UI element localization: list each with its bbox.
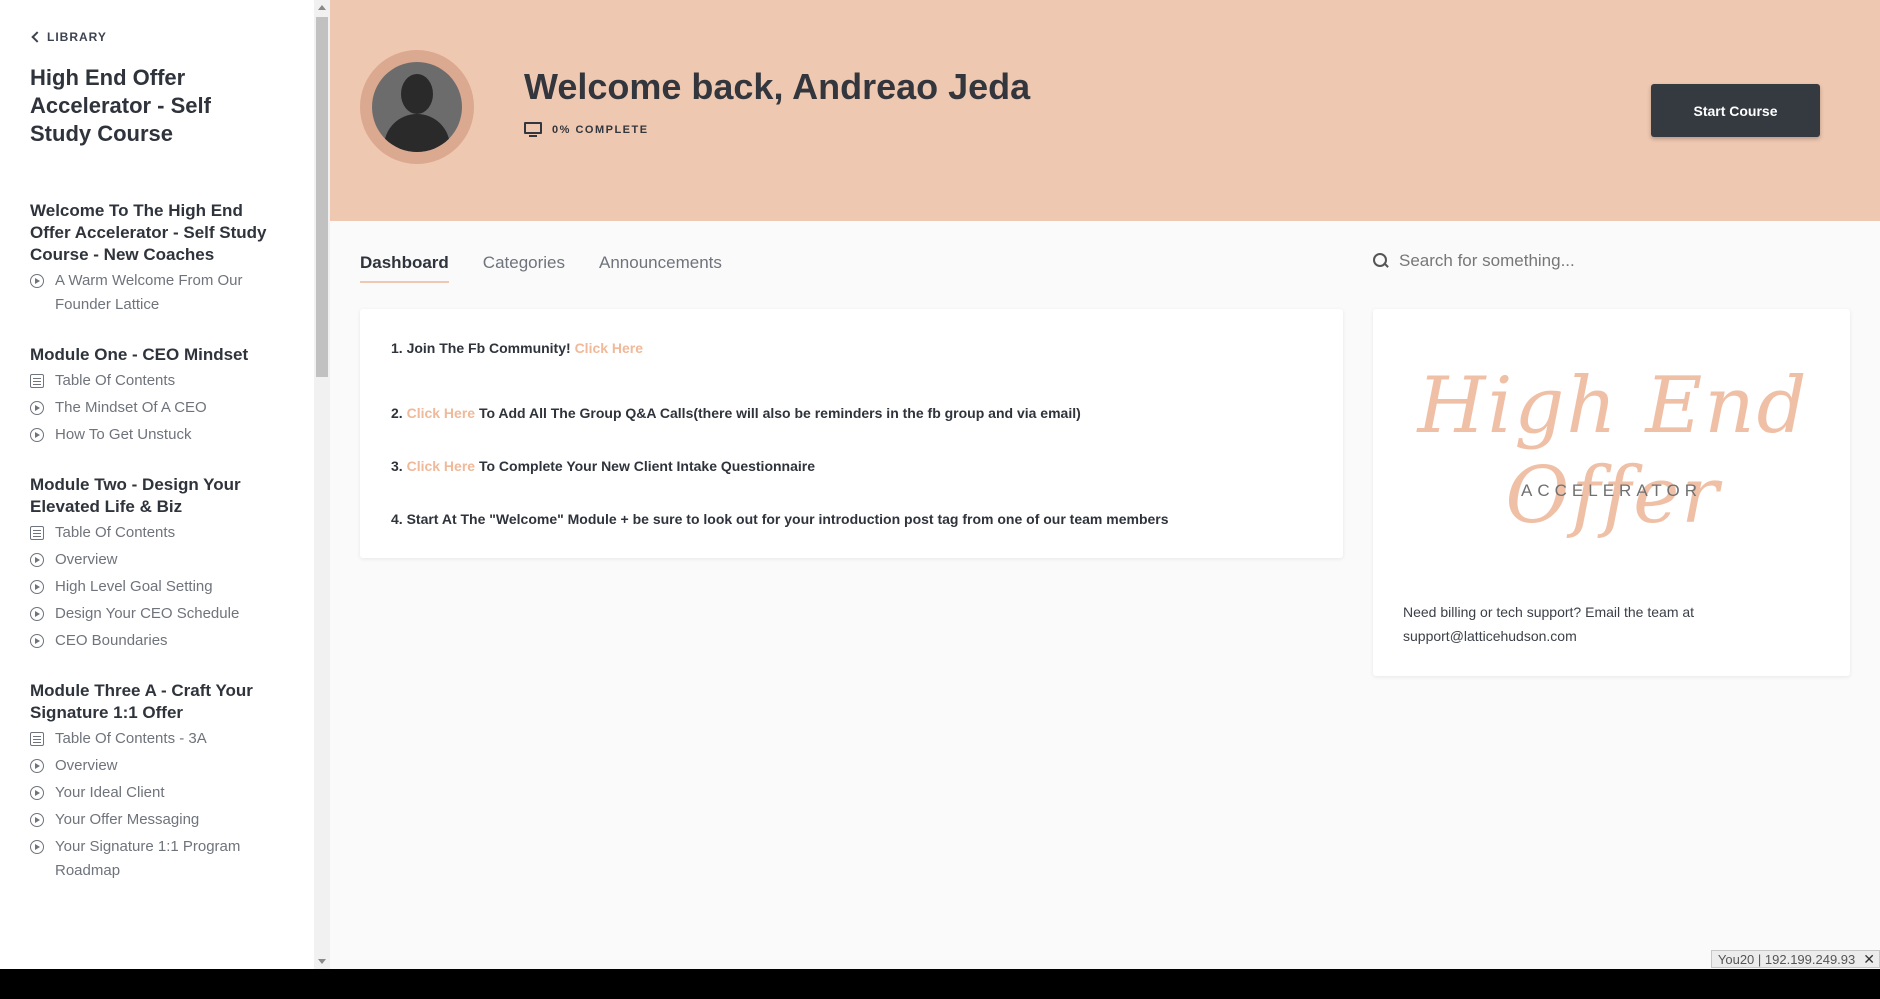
main-content: Welcome back, Andreao Jeda 0% COMPLETE S… <box>330 0 1880 969</box>
lesson-label: The Mindset Of A CEO <box>55 399 207 416</box>
sidebar-module: Welcome To The High End Offer Accelerato… <box>30 200 286 317</box>
scroll-up-arrow-icon[interactable] <box>318 5 326 10</box>
search-icon <box>1373 253 1389 269</box>
module-title[interactable]: Welcome To The High End Offer Accelerato… <box>30 200 286 266</box>
announcement-text: To Complete Your New Client Intake Quest… <box>475 458 816 474</box>
library-back-link[interactable]: LIBRARY <box>30 30 286 44</box>
user-silhouette-icon <box>372 62 462 152</box>
announcement-line-4: 4. Start At The "Welcome" Module + be su… <box>391 511 1169 527</box>
document-icon <box>30 526 44 540</box>
play-circle-icon <box>30 786 44 800</box>
play-circle-icon <box>30 840 44 854</box>
lesson-item[interactable]: Overview <box>30 754 286 778</box>
lesson-item[interactable]: Table Of Contents - 3A <box>30 727 286 751</box>
module-title[interactable]: Module Three A - Craft Your Signature 1:… <box>30 680 286 724</box>
support-info: Need billing or tech support? Email the … <box>1403 604 1695 644</box>
qa-calls-link[interactable]: Click Here <box>407 405 475 421</box>
sidebar-module: Module Three A - Craft Your Signature 1:… <box>30 680 286 883</box>
brand-logo-script: High End Offer <box>1417 361 1809 541</box>
chevron-left-icon <box>31 31 43 43</box>
sidebar-module: Module Two - Design Your Elevated Life &… <box>30 474 286 653</box>
announcement-text: 2. <box>391 405 407 421</box>
avatar <box>360 50 474 164</box>
lesson-label: Table Of Contents <box>55 524 176 541</box>
lesson-label: Table Of Contents - 3A <box>55 730 207 747</box>
lesson-label: Your Offer Messaging <box>55 811 200 828</box>
play-circle-icon <box>30 634 44 648</box>
scroll-down-arrow-icon[interactable] <box>318 959 326 964</box>
lesson-item[interactable]: Table Of Contents <box>30 369 286 393</box>
play-circle-icon <box>30 401 44 415</box>
tab-categories[interactable]: Categories <box>483 253 565 283</box>
welcome-heading: Welcome back, Andreao Jeda <box>524 66 1031 107</box>
intake-questionnaire-link[interactable]: Click Here <box>407 458 475 474</box>
document-icon <box>30 732 44 746</box>
play-circle-icon <box>30 759 44 773</box>
lesson-item[interactable]: Overview <box>30 548 286 572</box>
lesson-item[interactable]: A Warm Welcome From Our Founder Lattice <box>30 269 286 317</box>
lesson-label: Your Ideal Client <box>55 784 165 801</box>
play-circle-icon <box>30 580 44 594</box>
lesson-label: Your Signature 1:1 Program Roadmap <box>55 838 241 879</box>
play-circle-icon <box>30 274 44 288</box>
sidebar-content: LIBRARY High End Offer Accelerator - Sel… <box>30 30 286 883</box>
lesson-item[interactable]: Your Signature 1:1 Program Roadmap <box>30 835 286 883</box>
status-text: You20 | 192.199.249.93 <box>1717 951 1856 967</box>
announcement-text: 3. <box>391 458 407 474</box>
brand-logo-subtitle: ACCELERATOR <box>1521 481 1702 500</box>
lesson-label: Design Your CEO Schedule <box>55 605 240 622</box>
search-input[interactable] <box>1399 251 1759 271</box>
search-bar <box>1373 251 1773 271</box>
announcement-text: To Add All The Group Q&A Calls(there wil… <box>475 405 1081 421</box>
sidebar-module: Module One - CEO Mindset Table Of Content… <box>30 344 286 447</box>
welcome-banner: Welcome back, Andreao Jeda 0% COMPLETE S… <box>330 0 1880 221</box>
lesson-item[interactable]: High Level Goal Setting <box>30 575 286 599</box>
course-title: High End Offer Accelerator - Self Study … <box>30 65 211 146</box>
library-label: LIBRARY <box>47 30 107 44</box>
lesson-label: CEO Boundaries <box>55 632 168 649</box>
start-course-button[interactable]: Start Course <box>1651 84 1820 137</box>
lesson-item[interactable]: How To Get Unstuck <box>30 423 286 447</box>
tab-dashboard[interactable]: Dashboard <box>360 253 449 283</box>
play-circle-icon <box>30 428 44 442</box>
course-sidebar: LIBRARY High End Offer Accelerator - Sel… <box>0 0 314 969</box>
play-circle-icon <box>30 553 44 567</box>
lesson-label: Table Of Contents <box>55 372 176 389</box>
lesson-item[interactable]: Your Offer Messaging <box>30 808 286 832</box>
promo-card: High End Offer ACCELERATOR Need billing … <box>1373 309 1850 676</box>
lesson-label: Overview <box>55 757 118 774</box>
announcement-line-1: 1. Join The Fb Community! Click Here <box>391 340 643 356</box>
lesson-item[interactable]: CEO Boundaries <box>30 629 286 653</box>
close-icon[interactable]: ✕ <box>1863 951 1875 968</box>
announcement-text: 1. Join The Fb Community! <box>391 340 575 356</box>
lesson-label: How To Get Unstuck <box>55 426 192 443</box>
lesson-item[interactable]: The Mindset Of A CEO <box>30 396 286 420</box>
lesson-label: A Warm Welcome From Our Founder Lattice <box>55 272 243 313</box>
dashboard-tabs: Dashboard Categories Announcements <box>360 253 722 283</box>
lesson-label: Overview <box>55 551 118 568</box>
module-title[interactable]: Module One - CEO Mindset <box>30 344 286 366</box>
status-bar: You20 | 192.199.249.93 ✕ <box>1710 950 1880 968</box>
play-circle-icon <box>30 607 44 621</box>
tab-announcements[interactable]: Announcements <box>599 253 722 283</box>
announcement-line-3: 3. Click Here To Complete Your New Clien… <box>391 458 815 474</box>
lesson-item[interactable]: Design Your CEO Schedule <box>30 602 286 626</box>
monitor-icon <box>524 122 542 138</box>
lesson-item[interactable]: Your Ideal Client <box>30 781 286 805</box>
announcement-card: 1. Join The Fb Community! Click Here 2. … <box>360 309 1343 558</box>
module-list: Welcome To The High End Offer Accelerato… <box>30 200 286 883</box>
course-progress: 0% COMPLETE <box>524 122 649 138</box>
fb-community-link[interactable]: Click Here <box>575 340 643 356</box>
sidebar-scrollbar[interactable] <box>314 0 330 969</box>
lesson-label: High Level Goal Setting <box>55 578 213 595</box>
lesson-item[interactable]: Table Of Contents <box>30 521 286 545</box>
document-icon <box>30 374 44 388</box>
progress-label: 0% COMPLETE <box>552 124 649 136</box>
announcement-line-2: 2. Click Here To Add All The Group Q&A C… <box>391 405 1081 421</box>
scrollbar-thumb[interactable] <box>316 17 328 377</box>
play-circle-icon <box>30 813 44 827</box>
module-title[interactable]: Module Two - Design Your Elevated Life &… <box>30 474 286 518</box>
